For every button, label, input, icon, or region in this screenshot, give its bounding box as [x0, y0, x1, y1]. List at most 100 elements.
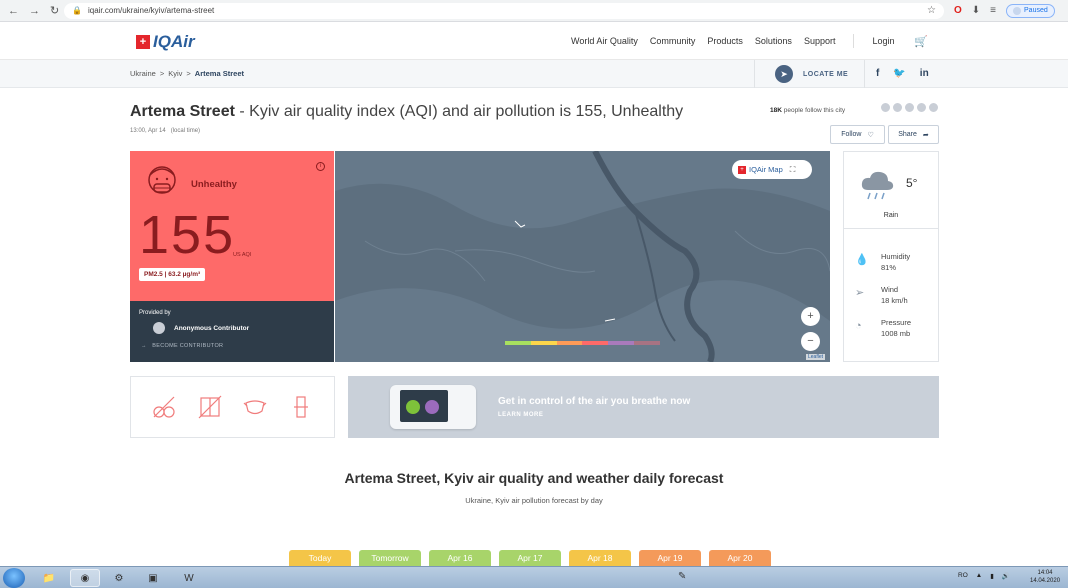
network-icon[interactable]: ▮	[990, 572, 994, 580]
volume-icon[interactable]: 🔊	[1002, 572, 1010, 580]
explorer-icon[interactable]: 📁	[34, 569, 64, 587]
aqi-color-scale	[505, 341, 660, 345]
clock[interactable]: 14:04 14.04.2020	[1030, 569, 1060, 585]
wear-mask-icon[interactable]	[242, 394, 268, 420]
bookmark-star-icon[interactable]: ☆	[927, 5, 936, 16]
browser-toolbar: ← → ↻ 🔒 iqair.com/ukraine/kyiv/artema-st…	[0, 0, 1068, 22]
locate-me-label: LOCATE ME	[803, 70, 849, 78]
paused-label: Paused	[1024, 7, 1048, 14]
wind-value: 18 km/h	[881, 296, 908, 305]
avatar	[892, 102, 903, 113]
learn-more-link[interactable]: LEARN MORE	[498, 412, 543, 418]
iqair-logo[interactable]: + IQAir	[136, 32, 195, 52]
breadcrumb-ukraine[interactable]: Ukraine	[130, 69, 156, 78]
forecast-day-apr17[interactable]: Apr 17	[499, 550, 561, 566]
avatar	[916, 102, 927, 113]
forecast-day-apr19[interactable]: Apr 19	[639, 550, 701, 566]
swiss-flag-icon: +	[136, 35, 150, 49]
wind-label: Wind	[881, 285, 899, 294]
facebook-icon[interactable]: f	[876, 68, 879, 79]
app-icon[interactable]: ▣	[138, 569, 168, 587]
zoom-in-button[interactable]: +	[801, 307, 820, 326]
weather-panel: 5° Rain 💧 Humidity 81% ➢ Wind 18 km/h ◔ Pr…	[843, 151, 939, 362]
local-time-value: 13:00, Apr 14	[130, 128, 166, 134]
browser-nav: ← → ↻	[0, 4, 64, 18]
nav-solutions[interactable]: Solutions	[755, 36, 792, 48]
pollutant-badge: PM2.5 | 63.2 µg/m³	[139, 268, 206, 281]
locate-me-button[interactable]: ➤ LOCATE ME	[754, 60, 865, 88]
iqair-map-button[interactable]: + IQAir Map ⛶	[732, 160, 812, 179]
forecast-day-apr20[interactable]: Apr 20	[709, 550, 771, 566]
pressure-value: 1008 mb	[881, 329, 911, 338]
breadcrumb-separator: >	[159, 69, 165, 78]
close-windows-icon[interactable]	[197, 394, 223, 420]
info-icon[interactable]: i	[316, 162, 325, 171]
weather-condition: Rain	[883, 212, 899, 219]
cart-icon[interactable]: 🛒	[914, 35, 928, 48]
provider-panel: Provided by Anonymous Contributor → BECO…	[130, 301, 334, 362]
nav-support[interactable]: Support	[804, 36, 836, 48]
linkedin-icon[interactable]: in	[920, 68, 929, 79]
language-indicator[interactable]: RO	[958, 572, 968, 580]
heart-icon: ♡	[867, 131, 874, 139]
aqi-value: 155	[139, 205, 236, 265]
clock-time: 14:04	[1037, 570, 1053, 576]
clock-date: 14.04.2020	[1030, 578, 1061, 584]
become-contributor-link[interactable]: → BECOME CONTRIBUTOR	[141, 343, 223, 349]
pressure-row: ◔ Pressure 1008 mb	[855, 317, 911, 339]
address-bar[interactable]: 🔒 iqair.com/ukraine/kyiv/artema-street ☆	[64, 2, 944, 19]
download-icon[interactable]: ⬇	[972, 5, 980, 16]
page-title: Artema Street - Kyiv air quality index (…	[130, 103, 683, 121]
forecast-day-tomorrow[interactable]: Tomorrow	[359, 550, 421, 566]
pressure-gauge-icon: ◔	[855, 320, 862, 332]
forecast-day-today[interactable]: Today	[289, 550, 351, 566]
breadcrumb-kyiv[interactable]: Kyiv	[168, 69, 182, 78]
chrome-icon[interactable]: ◉	[70, 569, 100, 587]
site-header: + IQAir World Air Quality Community Prod…	[0, 22, 1068, 60]
avatar	[904, 102, 915, 113]
breadcrumb: Ukraine > Kyiv > Artema Street	[130, 69, 244, 78]
followers-text: 18K people follow this city	[770, 107, 845, 114]
steam-icon[interactable]: ⚙	[104, 569, 134, 587]
follow-button[interactable]: Follow ♡	[830, 125, 885, 144]
back-icon[interactable]: ←	[8, 5, 19, 17]
zoom-out-button[interactable]: −	[801, 332, 820, 351]
scale-segment	[530, 341, 557, 345]
nav-products[interactable]: Products	[707, 36, 743, 48]
breadcrumb-current: Artema Street	[194, 69, 244, 78]
follower-avatars	[880, 102, 939, 113]
local-time: 13:00, Apr 14 (local time)	[130, 128, 200, 134]
forecast-title: Artema Street, Kyiv air quality and weat…	[344, 470, 724, 486]
reload-icon[interactable]: ↻	[50, 4, 59, 17]
contributor-avatar	[153, 322, 165, 334]
leaflet-attribution[interactable]: Leaflet	[806, 354, 826, 360]
page-title-description: - Kyiv air quality index (AQI) and air p…	[234, 103, 684, 120]
nav-world-air-quality[interactable]: World Air Quality	[571, 36, 638, 48]
follow-label: Follow	[841, 131, 862, 138]
reading-list-icon[interactable]: ≡	[990, 5, 996, 16]
temperature: 5°	[906, 176, 918, 190]
forecast-day-apr18[interactable]: Apr 18	[569, 550, 631, 566]
promo-banner[interactable]: Get in control of the air you breathe no…	[348, 376, 939, 438]
forecast-day-apr16[interactable]: Apr 16	[429, 550, 491, 566]
profile-paused-button[interactable]: Paused	[1006, 3, 1055, 18]
health-recommendations	[130, 376, 335, 438]
aqi-map[interactable]	[335, 151, 830, 362]
contributor-name[interactable]: Anonymous Contributor	[174, 325, 249, 332]
no-outdoor-exercise-icon[interactable]	[151, 394, 177, 420]
scale-segment	[634, 341, 660, 345]
login-link[interactable]: Login	[872, 36, 894, 48]
forward-icon[interactable]: →	[29, 5, 40, 17]
twitter-icon[interactable]: 🐦	[893, 68, 905, 79]
nav-community[interactable]: Community	[650, 36, 696, 48]
air-purifier-icon[interactable]	[288, 394, 314, 420]
word-icon[interactable]: W	[174, 569, 204, 587]
share-button[interactable]: Share ➦	[888, 125, 939, 144]
pen-tablet-icon[interactable]: ✎	[678, 571, 686, 582]
start-button[interactable]	[3, 568, 25, 588]
tray-arrow-icon[interactable]: ▲	[976, 572, 982, 580]
logo-text: IQAir	[153, 32, 195, 51]
forecast-day-tabs: Today Tomorrow Apr 16 Apr 17 Apr 18 Apr …	[289, 550, 771, 566]
scale-segment	[556, 341, 583, 345]
opera-icon[interactable]: O	[954, 5, 962, 16]
